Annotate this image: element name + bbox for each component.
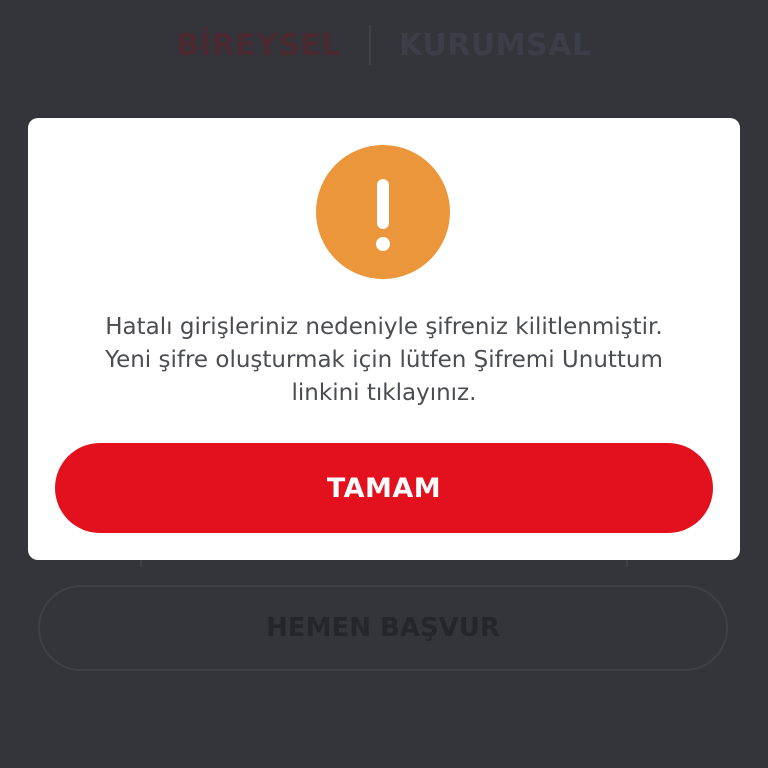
confirm-button[interactable]: TAMAM	[55, 443, 713, 533]
exclamation-bar	[377, 179, 389, 229]
exclamation-dot	[376, 237, 390, 251]
dialog-message: Hatalı girişleriniz nedeniyle şifreniz k…	[48, 311, 720, 410]
alert-dialog: Hatalı girişleriniz nedeniyle şifreniz k…	[28, 118, 740, 560]
dialog-message-line: Hatalı girişleriniz nedeniyle şifreniz k…	[105, 314, 663, 340]
apply-now-button[interactable]: HEMEN BAŞVUR	[38, 585, 728, 671]
dialog-message-line: Yeni şifre oluşturmak için lütfen Şifrem…	[105, 347, 663, 373]
customer-type-tabs: BİREYSEL KURUMSAL	[0, 20, 768, 70]
app-screen: BİREYSEL KURUMSAL HEMEN BAŞVUR Hatalı gi…	[0, 0, 768, 768]
dialog-message-line: linkini tıklayınız.	[291, 380, 477, 406]
exclamation-icon	[316, 145, 450, 279]
tab-kurumsal[interactable]: KURUMSAL	[371, 28, 619, 63]
tab-bireysel[interactable]: BİREYSEL	[149, 28, 370, 63]
